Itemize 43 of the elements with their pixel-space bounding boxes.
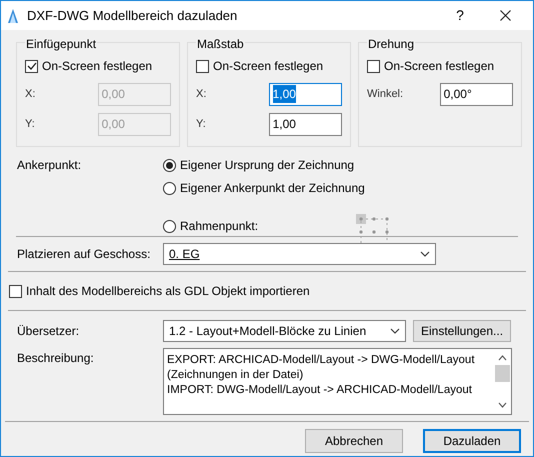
close-icon[interactable] xyxy=(500,10,511,21)
checkbox-label: On-Screen festlegen xyxy=(42,58,152,75)
field-label: X: xyxy=(25,86,36,102)
description-line: (Zeichnungen in der Datei) xyxy=(167,368,304,383)
chevron-down-icon xyxy=(390,328,400,334)
field-label: Y: xyxy=(196,116,207,132)
checkbox-label: Inhalt des Modellbereichs als GDL Objekt importieren xyxy=(26,283,310,300)
checkbox[interactable] xyxy=(25,60,38,72)
checkmark-icon xyxy=(26,62,36,70)
field-label: Y: xyxy=(25,116,36,132)
help-button[interactable]: ? xyxy=(440,5,480,26)
chevron-down-icon xyxy=(498,402,507,408)
field-label: X: xyxy=(196,86,208,102)
settings-button[interactable]: Einstellungen... xyxy=(413,320,511,342)
input-field[interactable]: 1,00 xyxy=(268,82,342,106)
radio-label: Eigener Ankerpunkt der Zeichnung xyxy=(180,180,365,197)
radio-button[interactable] xyxy=(163,220,176,232)
translator-label: Übersetzer: xyxy=(17,323,80,340)
dialog-button[interactable]: Abbrechen xyxy=(305,429,403,453)
radio-button[interactable] xyxy=(163,158,176,172)
description-label: Beschreibung: xyxy=(17,350,95,367)
radio-label: Rahmenpunkt: xyxy=(180,218,258,235)
checkbox[interactable] xyxy=(9,284,22,298)
description-line: IMPORT: DWG-Modell/Layout -> ARCHICAD-Modell/Layout xyxy=(167,383,473,398)
window-title: DXF-DWG Modellbereich dazuladen xyxy=(27,6,238,25)
dialog-button[interactable]: Dazuladen xyxy=(423,429,521,453)
chevron-up-icon xyxy=(498,355,507,361)
description-line: EXPORT: ARCHICAD-Modell/Layout -> DWG-Modell/Layout xyxy=(167,353,476,368)
radio-button[interactable] xyxy=(163,182,176,194)
translator-dropdown[interactable]: 1.2 - Layout+Modell-Blöcke zu Linien xyxy=(163,320,406,342)
input-field[interactable]: 1,00 xyxy=(268,112,342,136)
field-label: Winkel: xyxy=(367,86,404,102)
checkbox-label: On-Screen festlegen xyxy=(384,58,494,75)
anchor-label: Ankerpunkt: xyxy=(17,157,82,174)
checkbox[interactable] xyxy=(367,60,380,72)
input-field[interactable]: 0,00° xyxy=(440,82,513,106)
checkbox-label: On-Screen festlegen xyxy=(213,58,324,75)
app-logo-icon xyxy=(7,8,19,24)
chevron-down-icon xyxy=(420,251,430,257)
storey-label: Platzieren auf Geschoss: xyxy=(17,246,152,263)
checkbox[interactable] xyxy=(196,60,209,72)
storey-dropdown[interactable]: 0. EG xyxy=(163,243,436,265)
radio-label: Eigener Ursprung der Zeichnung xyxy=(180,157,354,174)
